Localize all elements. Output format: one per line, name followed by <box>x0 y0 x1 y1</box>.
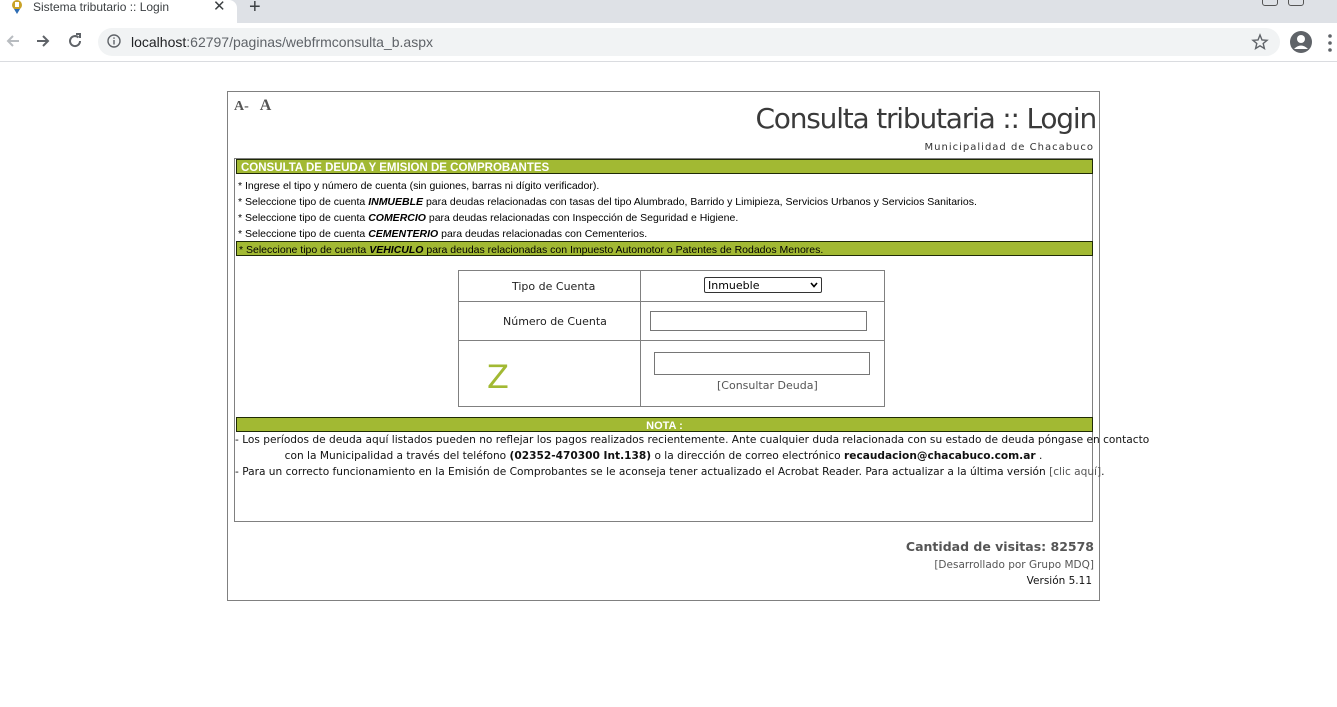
instruction-line: * Seleccione tipo de cuenta VEHICULO par… <box>239 244 824 256</box>
account-type-selected: Inmueble <box>708 279 760 292</box>
info-icon[interactable] <box>107 34 121 48</box>
account-number-label: Número de Cuenta <box>503 315 607 328</box>
address-bar[interactable]: localhost:62797/paginas/webfrmconsulta_b… <box>98 28 1280 56</box>
new-tab-button[interactable]: + <box>249 0 261 18</box>
font-normal-button[interactable]: A <box>260 97 272 114</box>
nota-header: NOTA : <box>236 417 1093 432</box>
nota-line: con la Municipalidad a través del teléfo… <box>284 450 1043 462</box>
nota-line: - Los períodos de deuda aquí listados pu… <box>235 434 1150 446</box>
forward-arrow-icon[interactable] <box>33 31 53 51</box>
instruction-line: * Seleccione tipo de cuenta INMUEBLE par… <box>238 196 977 208</box>
restore-window-icon[interactable] <box>1288 0 1304 6</box>
bookmark-star-icon[interactable] <box>1250 32 1270 52</box>
reload-icon[interactable] <box>65 31 85 51</box>
instruction-highlight-bar: * Seleccione tipo de cuenta VEHICULO par… <box>236 241 1093 256</box>
developer-link[interactable]: [Desarrollado por Grupo MDQ] <box>934 559 1094 571</box>
instruction-line: * Seleccione tipo de cuenta COMERCIO par… <box>238 212 739 224</box>
close-window-icon[interactable] <box>1318 0 1332 4</box>
phone-number: (02352-470300 Int.138) <box>509 450 652 462</box>
version-label: Versión 5.11 <box>1026 575 1092 587</box>
tab-title: Sistema tributario :: Login <box>33 0 170 14</box>
login-form: Tipo de Cuenta Inmueble Número de Cuenta… <box>458 270 885 407</box>
consultar-deuda-button[interactable]: [Consultar Deuda] <box>717 379 818 392</box>
font-decrease-button[interactable]: A- <box>234 99 249 114</box>
minimize-window-icon[interactable] <box>1262 0 1278 6</box>
url-text[interactable]: localhost:62797/paginas/webfrmconsulta_b… <box>131 34 433 50</box>
captcha-image: Z <box>487 358 509 396</box>
account-type-select[interactable]: Inmueble <box>704 277 822 293</box>
instruction-line: * Seleccione tipo de cuenta CEMENTERIO p… <box>238 228 648 240</box>
account-type-label: Tipo de Cuenta <box>512 280 596 293</box>
browser-menu-icon[interactable] <box>1327 33 1333 53</box>
captcha-input[interactable] <box>654 352 870 375</box>
acrobat-update-link[interactable]: [clic aquí] <box>1049 466 1101 478</box>
font-size-controls: A- A <box>234 97 271 115</box>
profile-avatar-icon[interactable] <box>1289 30 1313 54</box>
nota-line: - Para un correcto funcionamiento en la … <box>235 466 1105 478</box>
page-title: Consulta tributaria :: Login <box>755 102 1097 135</box>
visit-counter: Cantidad de visitas: 82578 <box>905 539 1094 554</box>
back-arrow-icon[interactable] <box>3 31 23 51</box>
account-number-input[interactable] <box>650 311 867 331</box>
browser-tab[interactable]: Sistema tributario :: Login ✕ <box>0 0 237 23</box>
browser-toolbar: localhost:62797/paginas/webfrmconsulta_b… <box>0 23 1337 62</box>
instruction-line: * Ingrese el tipo y número de cuenta (si… <box>238 180 600 192</box>
page-container: A- A Consulta tributaria :: Login Munici… <box>227 91 1150 601</box>
chevron-down-icon <box>810 282 818 288</box>
contact-email: recaudacion@chacabuco.com.ar <box>844 450 1036 462</box>
instructions-header: CONSULTA DE DEUDA Y EMISION DE COMPROBAN… <box>236 159 1093 174</box>
tab-close-icon[interactable]: ✕ <box>213 0 226 16</box>
main-panel: CONSULTA DE DEUDA Y EMISION DE COMPROBAN… <box>234 158 1150 522</box>
favicon-icon <box>12 0 22 14</box>
tab-strip: Sistema tributario :: Login ✕ + <box>0 0 1337 23</box>
page-subtitle: Municipalidad de Chacabuco <box>924 142 1094 153</box>
